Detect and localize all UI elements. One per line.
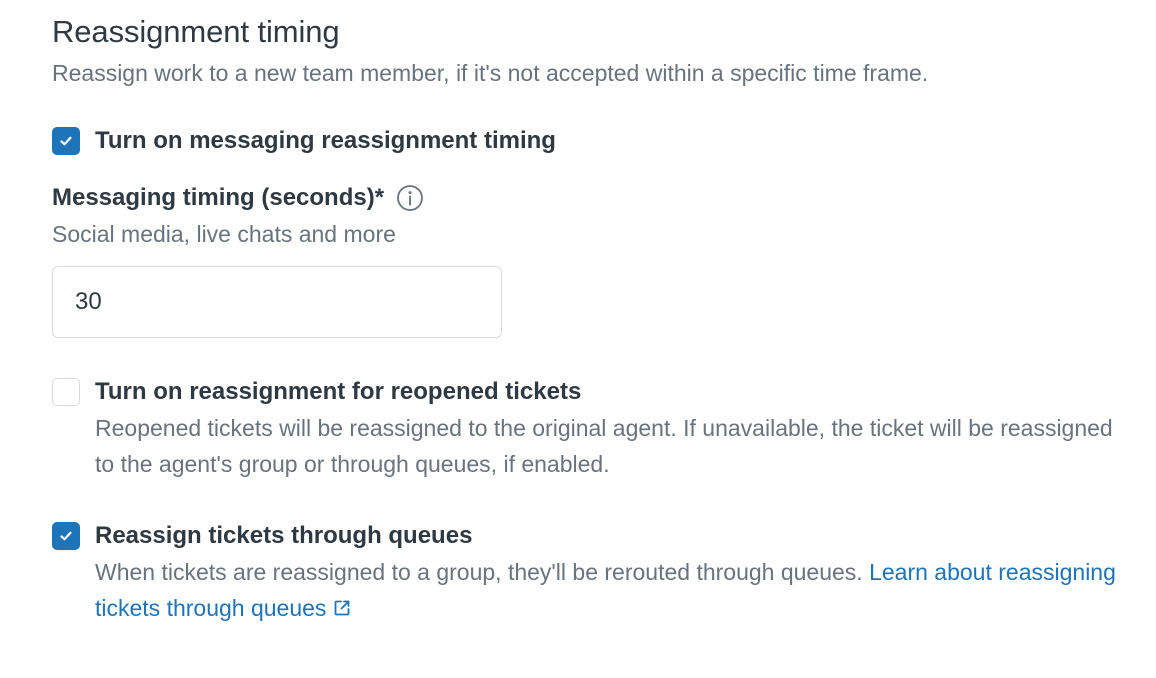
messaging-timing-label-text: Messaging timing (seconds)* xyxy=(52,184,385,211)
info-circle-icon[interactable] xyxy=(396,184,424,212)
queues-reassignment-description: When tickets are reassigned to a group, … xyxy=(95,554,1125,626)
messaging-timing-input[interactable] xyxy=(52,266,502,338)
messaging-reassignment-row[interactable]: Turn on messaging reassignment timing xyxy=(52,127,556,158)
messaging-reassignment-checkbox[interactable] xyxy=(52,127,80,155)
check-icon xyxy=(60,531,72,541)
queues-reassignment-label[interactable]: Reassign tickets through queues xyxy=(95,519,1125,553)
section-description: Reassign work to a new team member, if i… xyxy=(52,60,929,86)
external-link-icon xyxy=(335,600,350,616)
queues-reassignment-body: Reassign tickets through queues When tic… xyxy=(95,519,1125,626)
reopened-reassignment-row[interactable]: Turn on reassignment for reopened ticket… xyxy=(52,378,1125,482)
queues-reassignment-row[interactable]: Reassign tickets through queues When tic… xyxy=(52,522,1125,626)
queues-reassignment-checkbox[interactable] xyxy=(52,522,80,550)
reopened-reassignment-body: Turn on reassignment for reopened ticket… xyxy=(95,375,1125,482)
reopened-reassignment-label[interactable]: Turn on reassignment for reopened ticket… xyxy=(95,375,1125,409)
reassignment-timing-section: Reassignment timing Reassign work to a n… xyxy=(52,12,1132,621)
messaging-timing-hint: Social media, live chats and more xyxy=(52,221,396,247)
messaging-reassignment-label[interactable]: Turn on messaging reassignment timing xyxy=(95,124,556,158)
reopened-reassignment-description: Reopened tickets will be reassigned to t… xyxy=(95,415,1113,477)
messaging-timing-label: Messaging timing (seconds)* xyxy=(52,181,424,215)
reopened-reassignment-checkbox[interactable] xyxy=(52,378,80,406)
queues-description-text: When tickets are reassigned to a group, … xyxy=(95,559,863,585)
check-icon xyxy=(60,136,72,146)
section-title: Reassignment timing xyxy=(52,14,340,49)
